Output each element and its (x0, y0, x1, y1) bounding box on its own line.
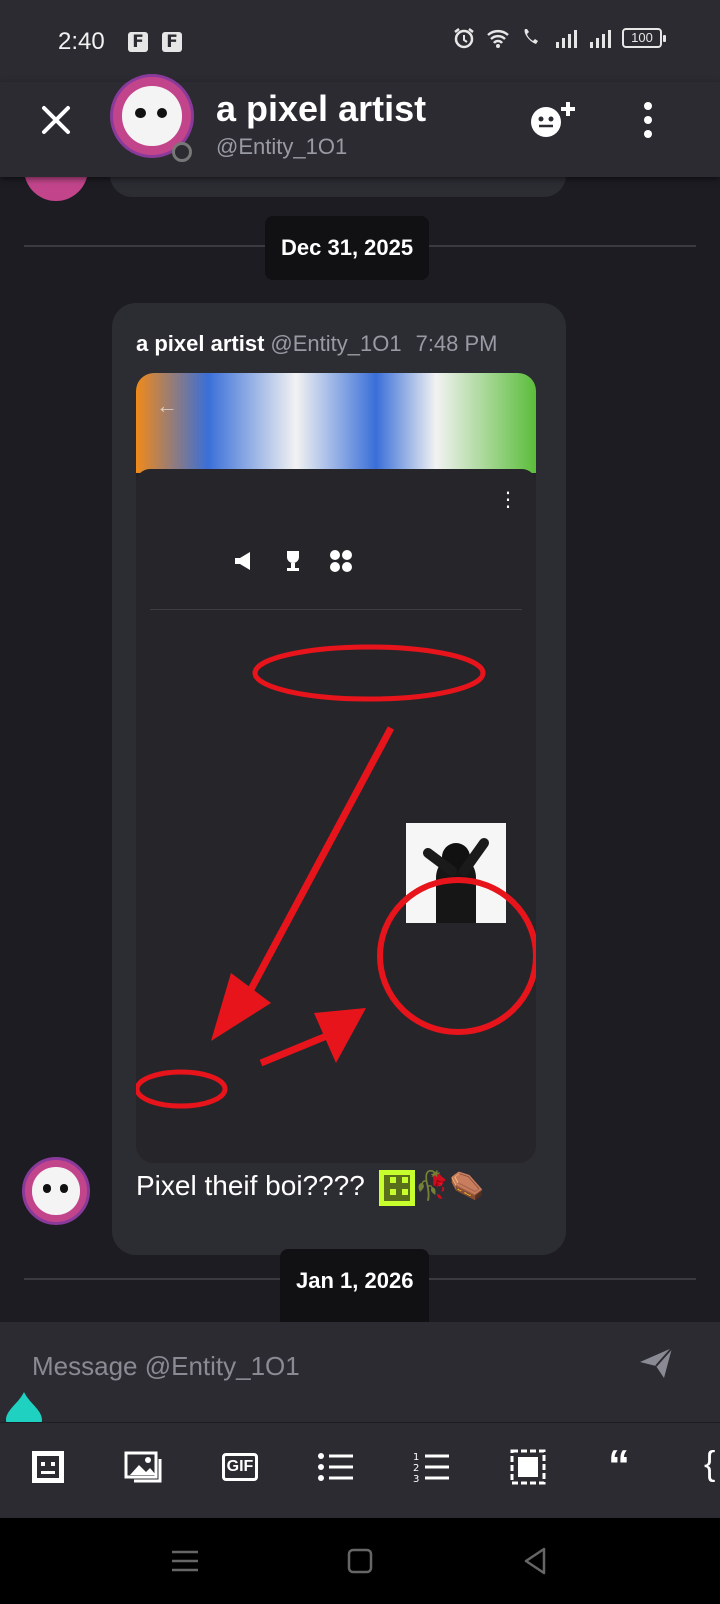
attached-screenshot[interactable]: ← ⋮ (136, 373, 536, 1163)
gif-button[interactable]: GIF (222, 1453, 258, 1481)
facebook-notification-icon: F (128, 32, 148, 52)
message-composer (0, 1322, 720, 1436)
back-icon[interactable] (518, 1544, 552, 1578)
message-text: Pixel theif boi???? 🥀⚰️ (136, 1169, 484, 1206)
code-button[interactable]: { (704, 1445, 715, 1484)
qr-emoji-icon (378, 1169, 415, 1206)
numbered-list-icon[interactable]: 123 (412, 1449, 452, 1485)
send-icon[interactable] (636, 1342, 676, 1382)
spoiler-icon[interactable] (508, 1449, 548, 1485)
alarm-icon (454, 28, 474, 49)
status-dot (172, 142, 192, 162)
svg-text:3: 3 (413, 1474, 419, 1485)
message-handle: @Entity_1O1 (270, 331, 402, 356)
date-pill: Jan 1, 2026 (280, 1249, 430, 1322)
wifi-icon (487, 30, 509, 48)
svg-text:2: 2 (413, 1463, 419, 1474)
message-author[interactable]: a pixel artist (136, 331, 264, 356)
previous-message-bubble[interactable] (110, 177, 566, 197)
contact-handle: @Entity_1O1 (216, 134, 348, 159)
message-list[interactable]: Dec 31, 2025 a pixel artist @Entity_1O1 7:… (0, 177, 720, 1322)
message-meta: a pixel artist @Entity_1O1 7:48 PM (136, 331, 498, 357)
red-annotation-overlay (136, 644, 536, 1109)
add-friend-icon[interactable] (526, 98, 578, 142)
date-pill: Dec 31, 2025 (265, 216, 430, 280)
wifi-calling-icon (524, 29, 538, 44)
signal-icon (590, 30, 611, 48)
quote-button[interactable]: “ (608, 1441, 630, 1491)
caption-emojis: 🥀⚰️ (414, 1170, 485, 1201)
chat-header: a pixel artist @Entity_1O1 (0, 74, 720, 177)
status-bar: 2:40 F F 100 (0, 0, 720, 82)
sender-avatar[interactable] (22, 1157, 90, 1225)
facebook-notification-icon: F (162, 32, 182, 52)
contact-name[interactable]: a pixel artist (216, 88, 426, 130)
recents-icon[interactable] (168, 1544, 202, 1578)
message-bubble[interactable]: a pixel artist @Entity_1O1 7:48 PM ← ⋮ P… (112, 303, 566, 1255)
signal-icon (556, 30, 577, 48)
avatar-face (32, 1167, 80, 1215)
image-icon[interactable] (124, 1449, 164, 1485)
bulleted-list-icon[interactable] (316, 1449, 356, 1485)
emoji-icon[interactable] (28, 1449, 68, 1485)
home-icon[interactable] (343, 1544, 377, 1578)
message-input[interactable] (32, 1344, 592, 1388)
message-time: 7:48 PM (415, 331, 498, 356)
battery-indicator: 100 (622, 28, 666, 48)
caption-text: Pixel theif boi???? (136, 1170, 373, 1201)
status-time: 2:40 (58, 28, 105, 55)
more-options-icon[interactable] (638, 100, 658, 140)
format-toolbar: GIF 123 “ { (0, 1422, 720, 1518)
system-nav-bar (0, 1518, 720, 1604)
avatar[interactable] (24, 177, 88, 201)
avatar-face (122, 86, 182, 146)
svg-text:1: 1 (413, 1452, 419, 1463)
close-icon[interactable] (38, 102, 74, 138)
